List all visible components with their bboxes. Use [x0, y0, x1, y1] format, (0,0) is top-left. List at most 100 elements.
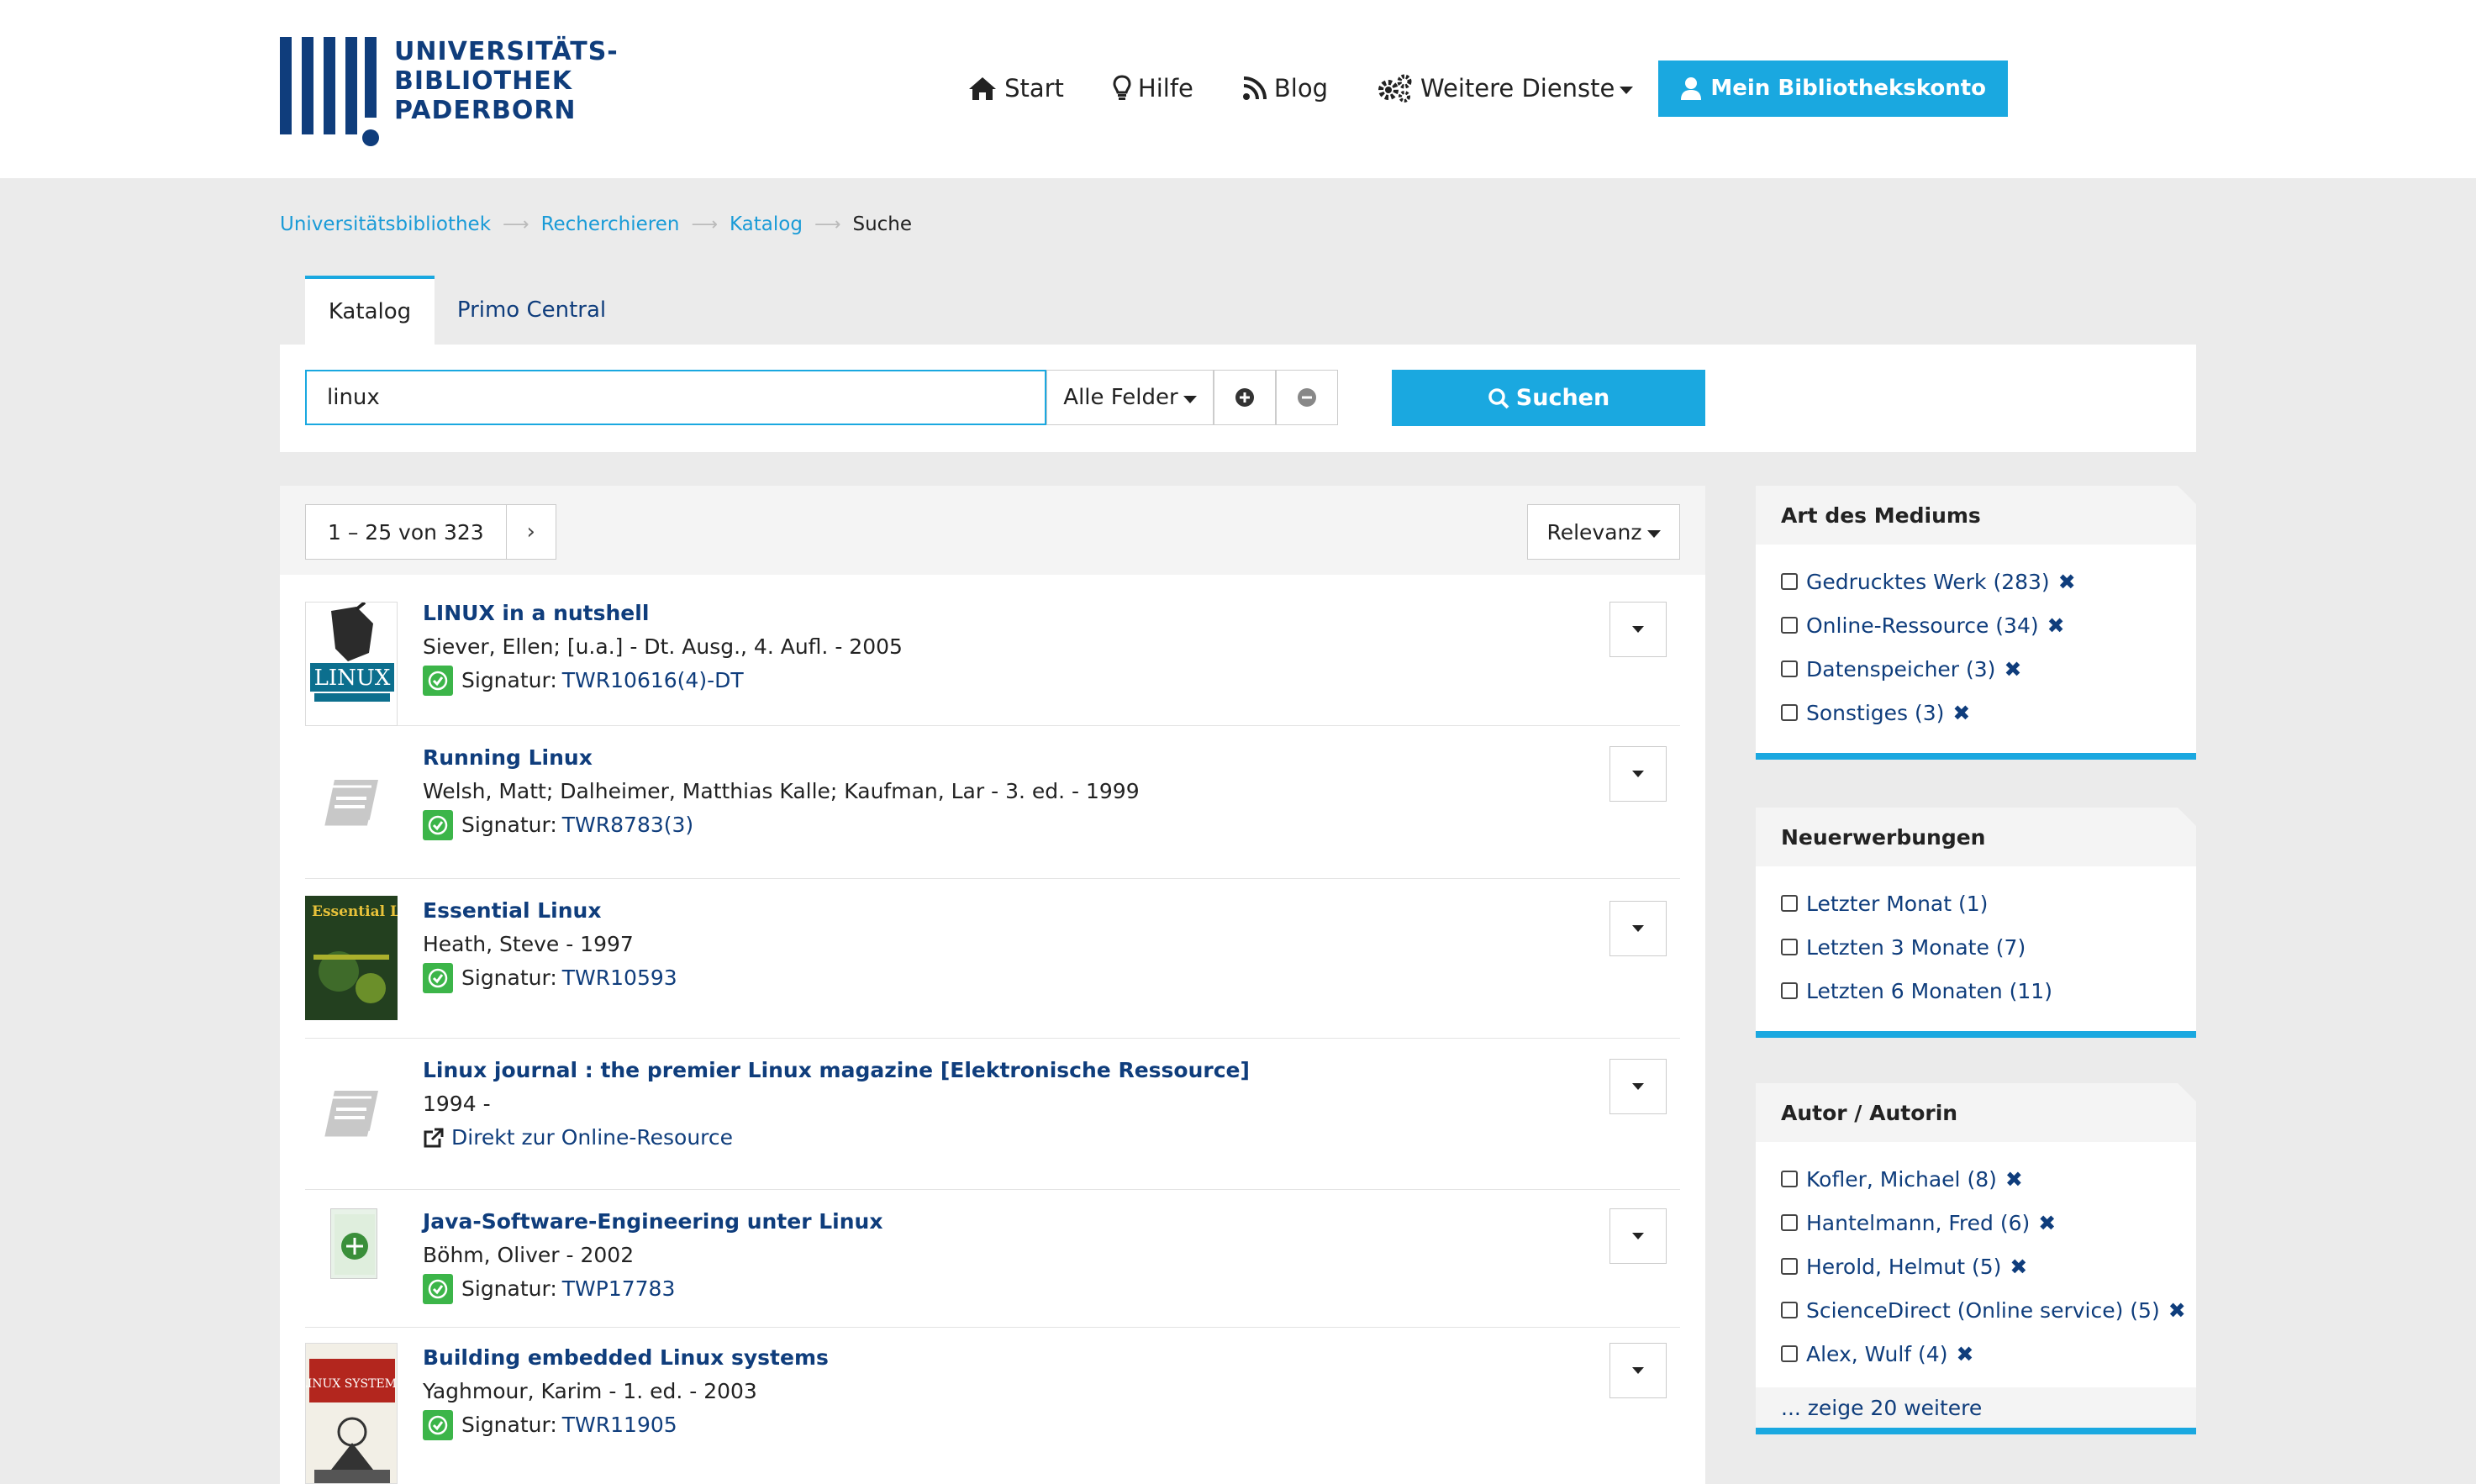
- exclude-icon[interactable]: ✖: [2168, 1298, 2186, 1323]
- nav-weitere-dienste[interactable]: Weitere Dienste: [1377, 73, 1634, 103]
- breadcrumb-item[interactable]: Recherchieren: [541, 213, 680, 235]
- checkbox[interactable]: [1781, 895, 1798, 912]
- facet-item[interactable]: Letzter Monat (1): [1781, 881, 2196, 925]
- signature-value[interactable]: TWR11905: [562, 1408, 677, 1442]
- search-input[interactable]: linux: [305, 370, 1046, 425]
- result-title[interactable]: Running Linux: [423, 741, 1140, 775]
- nav-start[interactable]: Start: [967, 74, 1064, 103]
- result-info: Java-Software-Engineering unter Linux Bö…: [423, 1205, 882, 1306]
- essential-linux-cover-art: Essential Linux: [305, 896, 398, 1020]
- facet-item[interactable]: Letzten 6 Monaten (11): [1781, 969, 2196, 1013]
- book-placeholder-icon: [305, 758, 398, 850]
- result-actions-dropdown[interactable]: [1609, 1343, 1667, 1398]
- sort-select[interactable]: Relevanz: [1527, 504, 1680, 560]
- library-logo[interactable]: UNIVERSITÄTS- BIBLIOTHEK PADERBORN: [280, 37, 618, 146]
- online-resource-label: Direkt zur Online-Resource: [451, 1125, 734, 1150]
- rss-icon: [1242, 76, 1267, 100]
- facet-item[interactable]: Alex, Wulf (4) ✖: [1781, 1332, 2196, 1376]
- facet-item[interactable]: Letzten 3 Monate (7): [1781, 925, 2196, 969]
- facet-item[interactable]: ScienceDirect (Online service) (5) ✖: [1781, 1288, 2196, 1332]
- checkbox[interactable]: [1781, 1171, 1798, 1187]
- facet-item[interactable]: Herold, Helmut (5) ✖: [1781, 1245, 2196, 1288]
- exclude-icon[interactable]: ✖: [1956, 1342, 1973, 1366]
- checkbox[interactable]: [1781, 617, 1798, 634]
- tab-katalog[interactable]: Katalog: [305, 276, 435, 345]
- chevron-down-icon: [1646, 529, 1661, 538]
- search-button[interactable]: Suchen: [1392, 370, 1705, 426]
- online-resource-link[interactable]: Direkt zur Online-Resource: [423, 1121, 1250, 1155]
- checkbox[interactable]: [1781, 1302, 1798, 1318]
- exclude-icon[interactable]: ✖: [2004, 657, 2021, 681]
- tab-primo-central[interactable]: Primo Central: [445, 276, 618, 345]
- exclude-icon[interactable]: ✖: [1952, 701, 1970, 725]
- checkbox[interactable]: [1781, 573, 1798, 590]
- facet-title[interactable]: Neuerwerbungen: [1756, 808, 2196, 866]
- checkbox[interactable]: [1781, 660, 1798, 677]
- book-cover[interactable]: LINUX SYSTEMS: [305, 1343, 398, 1484]
- book-cover[interactable]: LINUX: [305, 602, 398, 726]
- show-more-link[interactable]: ... zeige 20 weitere: [1756, 1387, 2196, 1434]
- breadcrumb-item[interactable]: Universitätsbibliothek: [280, 213, 491, 235]
- result-title[interactable]: Essential Linux: [423, 894, 677, 928]
- signature-value[interactable]: TWR10616(4)-DT: [562, 664, 744, 697]
- facet-title[interactable]: Autor / Autorin: [1756, 1083, 2196, 1142]
- result-signature: Signatur: TWR10593: [423, 961, 677, 995]
- result-title[interactable]: LINUX in a nutshell: [423, 597, 903, 630]
- facet-item-label: Letzter Monat (1): [1806, 891, 1989, 916]
- book-cover[interactable]: Essential Linux: [305, 896, 398, 1020]
- result-meta: Welsh, Matt; Dalheimer, Matthias Kalle; …: [423, 779, 1140, 803]
- checkbox[interactable]: [1781, 982, 1798, 999]
- signature-label: Signatur:: [461, 813, 557, 837]
- exclude-icon[interactable]: ✖: [2047, 613, 2065, 638]
- signature-value[interactable]: TWR10593: [562, 961, 677, 995]
- search-icon: [1488, 387, 1509, 408]
- facet-title[interactable]: Art des Mediums: [1756, 486, 2196, 545]
- facet-item[interactable]: Hantelmann, Fred (6) ✖: [1781, 1201, 2196, 1245]
- exclude-icon[interactable]: ✖: [2005, 1167, 2023, 1192]
- facet-item[interactable]: Datenspeicher (3) ✖: [1781, 647, 2196, 691]
- exclude-icon[interactable]: ✖: [2038, 1211, 2056, 1235]
- checkbox[interactable]: [1781, 1345, 1798, 1362]
- remove-field-button[interactable]: [1276, 370, 1338, 425]
- account-button[interactable]: Mein Bibliothekskonto: [1658, 60, 2008, 117]
- result-actions-dropdown[interactable]: [1609, 901, 1667, 956]
- result-title[interactable]: Linux journal : the premier Linux magazi…: [423, 1054, 1250, 1087]
- signature-value[interactable]: TWR8783(3): [562, 808, 693, 842]
- result-info: Essential Linux Heath, Steve - 1997 Sign…: [423, 894, 677, 995]
- nav-hilfe[interactable]: Hilfe: [1113, 74, 1193, 103]
- checkbox[interactable]: [1781, 939, 1798, 955]
- facet-item[interactable]: Sonstiges (3) ✖: [1781, 691, 2196, 734]
- facet-item[interactable]: Kofler, Michael (8) ✖: [1781, 1157, 2196, 1201]
- chevron-down-icon: [1632, 626, 1644, 633]
- result-meta: Yaghmour, Karim - 1. ed. - 2003: [423, 1379, 757, 1403]
- nav-blog[interactable]: Blog: [1242, 74, 1328, 103]
- result-meta: Böhm, Oliver - 2002: [423, 1243, 635, 1267]
- field-select[interactable]: Alle Felder: [1046, 370, 1214, 425]
- result-title[interactable]: Building embedded Linux systems: [423, 1341, 829, 1375]
- exclude-icon[interactable]: ✖: [2058, 570, 2076, 594]
- exclude-icon[interactable]: ✖: [2010, 1255, 2027, 1279]
- facet-item[interactable]: Online-Ressource (34) ✖: [1781, 603, 2196, 647]
- next-page-button[interactable]: ›: [507, 505, 556, 559]
- signature-value[interactable]: TWP17783: [562, 1272, 676, 1306]
- breadcrumb-item[interactable]: Katalog: [730, 213, 803, 235]
- search-button-label: Suchen: [1515, 385, 1610, 411]
- arrow-right-icon: ⟶: [503, 213, 529, 235]
- result-actions-dropdown[interactable]: [1609, 746, 1667, 802]
- result-item: Running Linux Welsh, Matt; Dalheimer, Ma…: [305, 726, 1680, 879]
- embedded-linux-cover-art: LINUX SYSTEMS: [306, 1344, 397, 1483]
- result-actions-dropdown[interactable]: [1609, 602, 1667, 657]
- result-meta: Siever, Ellen; [u.a.] - Dt. Ausg., 4. Au…: [423, 634, 903, 659]
- arrow-right-icon: ⟶: [691, 213, 718, 235]
- result-meta: 1994 -: [423, 1092, 491, 1116]
- checkbox[interactable]: [1781, 1258, 1798, 1275]
- facet-item-label: Gedrucktes Werk (283): [1806, 569, 2050, 594]
- checkbox[interactable]: [1781, 704, 1798, 721]
- result-actions-dropdown[interactable]: [1609, 1059, 1667, 1114]
- result-title[interactable]: Java-Software-Engineering unter Linux: [423, 1205, 882, 1239]
- checkbox[interactable]: [1781, 1214, 1798, 1231]
- add-field-button[interactable]: [1214, 370, 1276, 425]
- book-cover[interactable]: [330, 1208, 377, 1279]
- result-actions-dropdown[interactable]: [1609, 1208, 1667, 1264]
- facet-item[interactable]: Gedrucktes Werk (283) ✖: [1781, 560, 2196, 603]
